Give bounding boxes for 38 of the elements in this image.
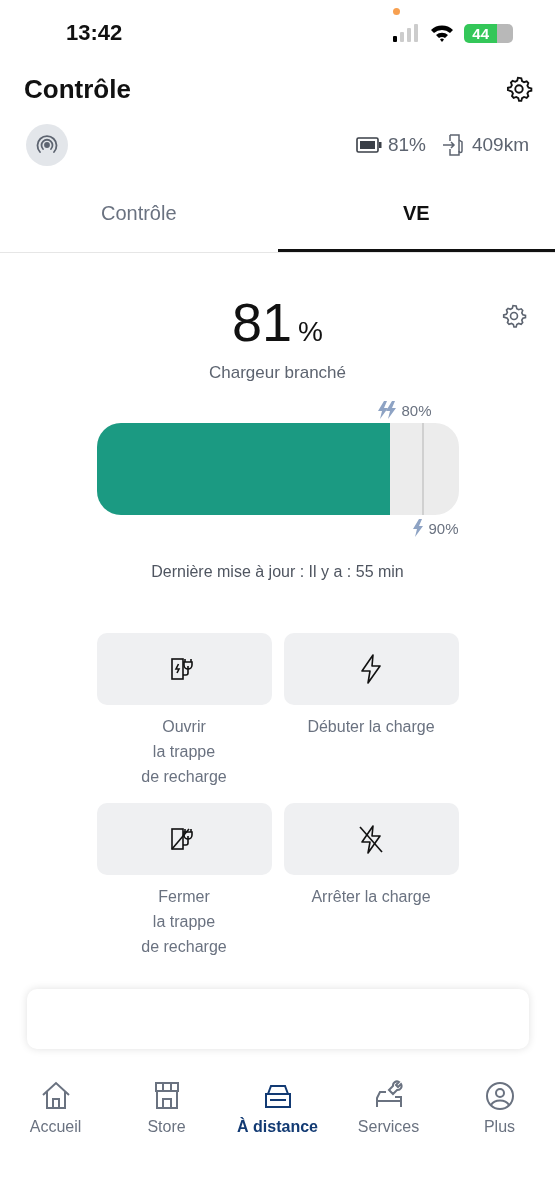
nav-item[interactable]: Plus <box>444 1080 555 1136</box>
charge-button[interactable] <box>283 803 459 875</box>
fuel-pump-arrow-icon <box>441 133 466 157</box>
charge-limit-label: 90% <box>428 519 459 537</box>
page-title: Contrôle <box>24 73 131 105</box>
tab[interactable]: VE <box>277 178 555 252</box>
status-time: 13:42 <box>66 20 123 46</box>
nav-item[interactable]: Accueil <box>0 1080 111 1136</box>
tab[interactable]: Contrôle <box>0 178 278 252</box>
range-value: 409km <box>471 134 529 156</box>
bolt-icon <box>412 519 425 537</box>
person-circle-icon <box>483 1080 516 1112</box>
charge-flap-button[interactable] <box>96 633 272 705</box>
action-label: Ouvrir la trappe de recharge <box>141 717 227 787</box>
action-label: Fermer la trappe de recharge <box>141 887 227 957</box>
charge-percentage: 81 <box>232 291 293 353</box>
action-label: Débuter la charge <box>307 717 435 737</box>
double-bolt-icon <box>377 401 398 419</box>
battery-icon <box>355 137 382 153</box>
nav-item[interactable]: À distance <box>222 1080 333 1136</box>
lightning-crossed-icon <box>356 824 386 854</box>
privacy-dot-icon <box>393 8 400 15</box>
action-label: Arrêter la charge <box>311 887 431 907</box>
charger-status: Chargeur branché <box>209 363 346 383</box>
charge-limit-label: 80% <box>401 401 432 419</box>
connectivity-icon[interactable] <box>26 124 68 166</box>
signal-icon <box>392 24 421 42</box>
nav-item[interactable]: Store <box>111 1080 222 1136</box>
wifi-icon <box>430 24 455 42</box>
last-update-text: Dernière mise à jour : Il y a : 55 min <box>151 563 404 581</box>
battery-indicator: 44 <box>464 23 513 43</box>
charge-button[interactable] <box>283 633 459 705</box>
percent-unit: % <box>298 316 323 348</box>
settings-icon[interactable] <box>505 75 533 103</box>
battery-percentage: 81% <box>387 134 426 156</box>
lightning-icon <box>359 654 383 684</box>
charge-flap-button[interactable] <box>96 803 272 875</box>
nav-item[interactable]: Services <box>333 1080 444 1136</box>
